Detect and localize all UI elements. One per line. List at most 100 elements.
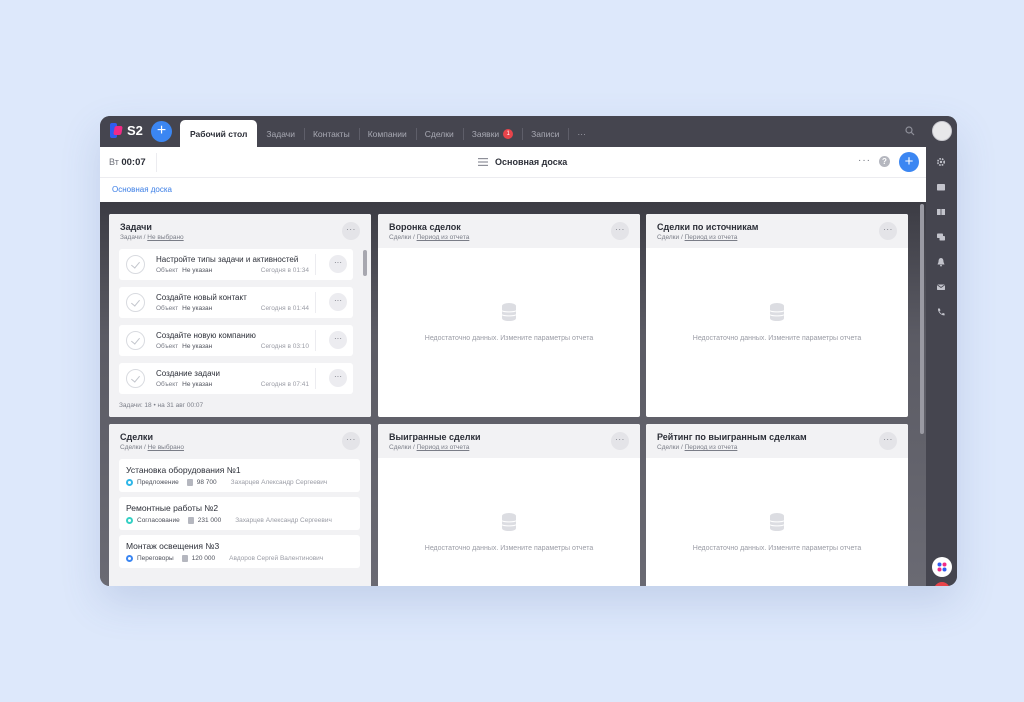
task-item[interactable]: Создание задачи Объект Не указан Сегодня … [119,363,353,394]
widget-period-link[interactable]: Период из отчета [685,444,738,451]
board-selector[interactable]: Основная доска [478,157,567,167]
apps-launcher-button[interactable] [932,557,952,577]
tab-companies[interactable]: Компании [358,120,416,147]
task-complete-checkbox[interactable] [126,331,145,350]
widget-subtitle-prefix: Сделки / [657,444,685,451]
breadcrumb-board-link[interactable]: Основная доска [112,185,172,194]
empty-state-text: Недостаточно данных. Измените параметры … [424,335,594,342]
logo-mark-icon [110,123,123,138]
widget-subtitle: Сделки / Период из отчета [389,444,469,451]
task-item[interactable]: Настройте типы задачи и активностей Объе… [119,249,353,280]
task-object: Объект Не указан [156,267,212,274]
help-icon[interactable]: ? [879,156,890,167]
widget-more-button[interactable]: ··· [342,222,360,240]
empty-state: Недостаточно данных. Измените параметры … [378,248,640,417]
phone-icon[interactable] [936,307,946,317]
notification-indicator[interactable] [934,582,950,586]
avatar[interactable] [932,121,952,141]
board-more-button[interactable]: ··· [858,155,871,166]
task-complete-checkbox[interactable] [126,293,145,312]
widget-more-button[interactable]: ··· [879,432,897,450]
task-item[interactable]: Создайте новый контакт Объект Не указан С… [119,287,353,318]
empty-state-text: Недостаточно данных. Измените параметры … [424,545,594,552]
search-icon[interactable] [905,126,915,136]
widget-subtitle-prefix: Сделки / [657,234,685,241]
widget-filter-link[interactable]: Не выбрано [147,234,183,241]
deal-item[interactable]: Монтаж освещения №3 Переговоры 120 000 А… [119,535,360,568]
widget-more-button[interactable]: ··· [611,222,629,240]
amount-icon [181,555,188,562]
task-list-scrollbar[interactable] [363,250,367,276]
widget-period-link[interactable]: Период из отчета [417,234,470,241]
settings-icon[interactable] [936,157,946,167]
task-complete-checkbox[interactable] [126,255,145,274]
task-object-value: Не указан [182,267,213,274]
widget-subtitle: Сделки / Период из отчета [389,234,469,241]
clock: Вт 00:07 [109,157,146,168]
task-object-value: Не указан [182,343,213,350]
deal-amount: 98 700 [196,479,217,486]
deal-title: Ремонтные работы №2 [126,503,219,513]
deal-meta: Переговоры 120 000 Авдоров Сергей Валент… [126,555,323,562]
task-list-footer: Задачи: 18 • на 31 авг 00:07 [119,402,204,409]
task-title: Настройте типы задачи и активностей [156,255,299,264]
task-more-button[interactable]: ··· [329,255,347,273]
task-object: Объект Не указан [156,381,212,388]
deal-owner: Захарцев Александр Сергеевич [230,479,328,486]
tab-requests-label: Заявки [471,128,500,139]
task-more-button[interactable]: ··· [329,369,347,387]
deal-stage: Предложение [137,479,179,486]
widget-more-button[interactable]: ··· [879,222,897,240]
widget-header: Воронка сделок Сделки / Период из отчета… [378,214,640,248]
widget-subtitle: Задачи / Не выбрано [120,234,184,241]
amount-icon [186,479,193,486]
stage-indicator [126,517,133,524]
task-more-button[interactable]: ··· [329,293,347,311]
board-scrollbar[interactable] [920,204,924,434]
deal-item[interactable]: Установка оборудования №1 Предложение 98… [119,459,360,492]
widget-period-link[interactable]: Период из отчета [417,444,470,451]
widget-subtitle-prefix: Сделки / [120,444,148,451]
widget-period-link[interactable]: Период из отчета [685,234,738,241]
task-more-button[interactable]: ··· [329,331,347,349]
bell-icon[interactable] [936,257,946,267]
tab-requests[interactable]: Заявки 1 [462,120,522,147]
widget-more-button[interactable]: ··· [611,432,629,450]
deal-item[interactable]: Ремонтные работы №2 Согласование 231 000… [119,497,360,530]
mail-icon[interactable] [936,282,946,292]
task-object-label: Объект [156,305,179,312]
tab-contacts[interactable]: Контакты [303,120,359,147]
widget-title: Сделки по источникам [657,222,759,232]
task-list: Настройте типы задачи и активностей Объе… [109,248,371,417]
chat-icon[interactable] [936,232,946,242]
task-divider [315,254,316,275]
app-logo[interactable]: S2 [110,123,143,138]
tab-deals[interactable]: Сделки [415,120,463,147]
widget-more-button[interactable]: ··· [342,432,360,450]
task-complete-checkbox[interactable] [126,369,145,388]
app-window: S2 + Рабочий стол Задачи Контакты Компан… [100,116,957,586]
tab-desktop[interactable]: Рабочий стол [180,120,258,147]
book-icon[interactable] [936,207,946,217]
tab-tasks[interactable]: Задачи [257,120,304,147]
widget-filter-link[interactable]: Не выбрано [148,444,184,451]
tab-records[interactable]: Записи [522,120,568,147]
deal-meta: Согласование 231 000 Захарцев Александр … [126,517,332,524]
add-widget-button[interactable]: + [899,152,919,172]
task-item[interactable]: Создайте новую компанию Объект Не указан … [119,325,353,356]
folder-icon[interactable] [936,182,946,192]
task-object-value: Не указан [182,305,213,312]
task-title: Создайте новую компанию [156,331,256,340]
task-divider [315,368,316,389]
tab-more[interactable]: ··· [568,120,595,147]
deal-owner: Захарцев Александр Сергеевич [235,517,332,524]
board-title: Основная доска [495,157,568,167]
task-title: Создание задачи [156,369,220,378]
task-object-label: Объект [156,381,179,388]
widget-subtitle-prefix: Сделки / [389,444,417,451]
widget-subtitle-prefix: Сделки / [389,234,417,241]
create-new-button[interactable]: + [151,121,172,142]
empty-state: Недостаточно данных. Измените параметры … [646,458,908,586]
deal-list: Установка оборудования №1 Предложение 98… [109,458,371,586]
widget-title: Воронка сделок [389,222,461,232]
